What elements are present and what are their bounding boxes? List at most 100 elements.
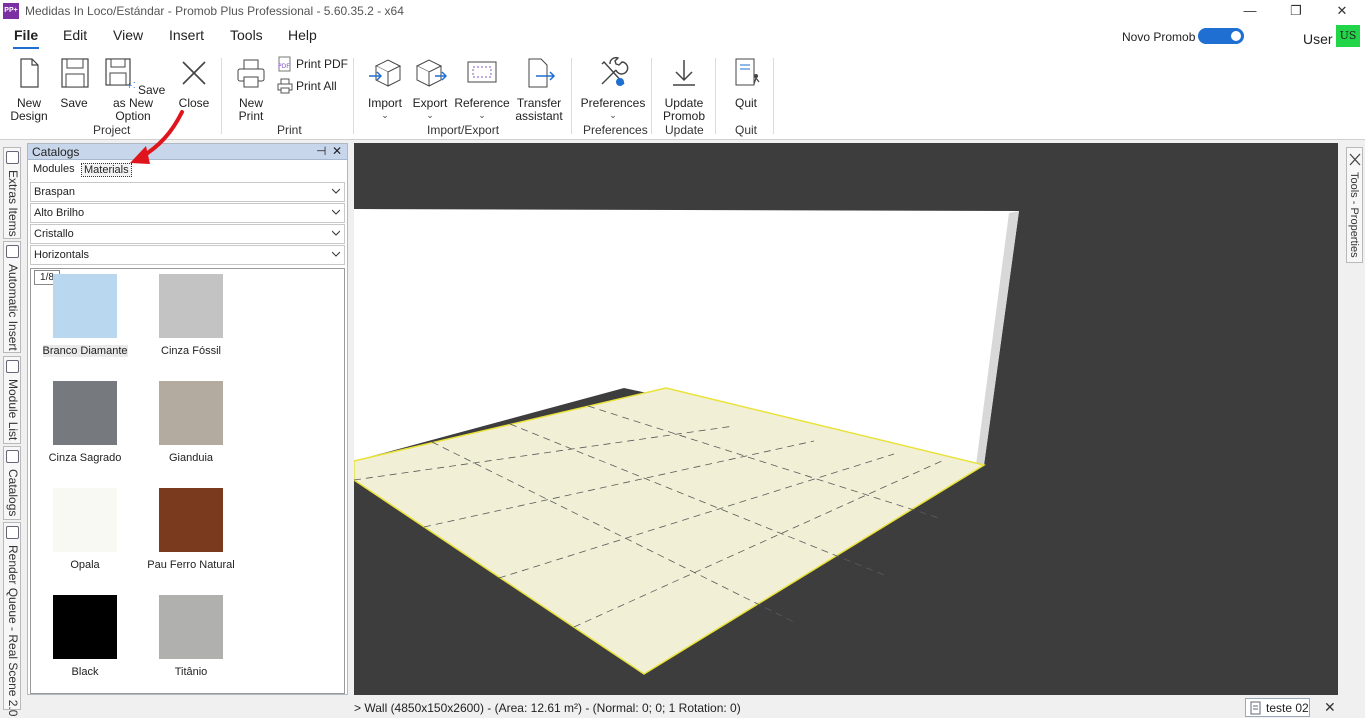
preferences-button[interactable]: Preferences ⌄ [580,56,646,120]
material-swatch [159,488,223,552]
tab-catalogs[interactable]: Catalogs [3,446,21,520]
menu-help[interactable]: Help [288,27,317,43]
user-avatar[interactable]: US [1336,25,1360,47]
material-label: Opala [70,559,100,571]
tab-module-list[interactable]: Module List [3,356,21,444]
import-export-group-label: Import/Export [427,123,500,137]
close-window-button[interactable]: ✕ [1319,0,1365,22]
print-group-label: Print [277,123,302,137]
close-panel-icon[interactable]: ✕ [332,144,342,158]
finish-dropdown[interactable]: Alto Brilho [30,203,345,223]
material-swatch [159,274,223,338]
menu-tools[interactable]: Tools [230,27,263,43]
render-queue-icon [6,526,19,539]
tab-extras-items[interactable]: Extras Items [3,147,21,239]
chevron-down-icon [332,188,340,194]
material-label: Black [71,666,99,678]
material-item[interactable]: Cinza Sagrado [35,381,135,464]
material-swatch [53,274,117,338]
material-label: Cinza Sagrado [48,452,122,464]
menu-file[interactable]: File [14,27,38,43]
automatic-insert-icon [6,245,19,258]
material-swatch [159,595,223,659]
material-label: Gianduia [168,452,214,464]
3d-viewport[interactable] [354,143,1338,695]
material-item[interactable]: Titânio [141,595,241,678]
close-button[interactable]: Close [176,56,212,110]
left-dock-tabs: Extras Items Automatic Insert Module Lis… [0,143,23,716]
catalogs-title: Catalogs [32,145,80,159]
tab-tools-properties[interactable]: Tools - Properties [1346,147,1363,263]
catalogs-icon [6,450,19,463]
reference-button[interactable]: Reference ⌄ [454,56,510,120]
new-print-button[interactable]: New Print [232,56,270,123]
new-document-icon [20,58,39,88]
novo-promob-toggle[interactable] [1198,28,1244,44]
pin-icon[interactable]: ⊣ [316,144,326,158]
maximize-button[interactable]: ❐ [1273,0,1319,22]
reference-icon [467,61,497,83]
ribbon-separator [353,58,354,134]
save-as-icon: +1 [105,58,137,90]
download-arrow-icon [673,60,695,86]
orientation-dropdown[interactable]: Horizontals [30,245,345,265]
status-text: > Wall (4850x150x2600) - (Area: 12.61 m²… [354,701,741,715]
tab-automatic-insert[interactable]: Automatic Insert [3,241,21,353]
material-label: Cinza Fóssil [161,345,221,357]
document-tab[interactable]: teste 02 [1245,698,1310,717]
material-swatch [53,381,117,445]
import-cube-icon [369,59,402,87]
save-disk-icon [61,58,89,88]
user-label[interactable]: User [1303,31,1333,47]
materials-grid: 1/8 Branco Diamante Cinza Fóssil Cinza S… [30,268,345,694]
toggle-knob [1231,31,1241,41]
chevron-down-icon: ⌄ [381,110,389,120]
line-dropdown[interactable]: Cristallo [30,224,345,244]
material-item[interactable]: Gianduia [141,381,241,464]
print-all-button[interactable]: Print All [277,78,337,94]
material-label: Pau Ferro Natural [147,559,235,571]
active-menu-indicator [13,47,39,49]
menu-insert[interactable]: Insert [169,27,204,43]
chevron-down-icon: ⌄ [426,110,434,120]
update-promob-button[interactable]: Update Promob [660,56,708,123]
material-item[interactable]: Cinza Fóssil [141,274,241,357]
save-button[interactable]: Save [56,56,92,110]
menu-edit[interactable]: Edit [63,27,87,43]
minimize-button[interactable]: — [1227,0,1273,22]
ribbon-separator [651,58,652,134]
close-x-icon [182,61,206,85]
import-button[interactable]: Import ⌄ [364,56,406,120]
tab-modules[interactable]: Modules [33,163,75,175]
material-item[interactable]: Branco Diamante [35,274,135,357]
window-title: Medidas In Loco/Estándar - Promob Plus P… [25,4,404,18]
quit-exit-icon [735,58,760,86]
brand-dropdown[interactable]: Braspan [30,182,345,202]
material-item[interactable]: Opala [35,488,135,571]
menu-view[interactable]: View [113,27,143,43]
new-design-button[interactable]: New Design [8,56,50,123]
print-all-icon [277,78,293,94]
quit-group-label: Quit [735,123,758,137]
chevron-down-icon [332,209,340,215]
transfer-assistant-button[interactable]: Transfer assistant [513,56,565,123]
quit-button[interactable]: Quit [726,56,766,110]
catalogs-panel: Catalogs ⊣ ✕ Modules Materials Braspan A… [27,143,348,695]
print-pdf-button[interactable]: PDF Print PDF [277,56,348,72]
svg-text:PDF: PDF [278,63,290,70]
material-item[interactable]: Black [35,595,135,678]
material-label: Titânio [174,666,208,678]
close-document-icon[interactable]: ✕ [1324,699,1336,716]
promob-app-icon: PP+ [3,3,19,19]
export-button[interactable]: Export ⌄ [409,56,451,120]
title-bar: PP+ Medidas In Loco/Estándar - Promob Pl… [0,0,1365,22]
material-item[interactable]: Pau Ferro Natural [141,488,241,571]
chevron-down-icon [332,230,340,236]
tab-render-queue[interactable]: Render Queue - Real Scene 2.0 [3,522,21,716]
room-scene [354,209,1019,675]
material-swatch [53,595,117,659]
module-list-icon [6,360,19,373]
transfer-icon [528,58,556,88]
ribbon-separator [571,58,572,134]
update-group-label: Update [665,123,704,137]
